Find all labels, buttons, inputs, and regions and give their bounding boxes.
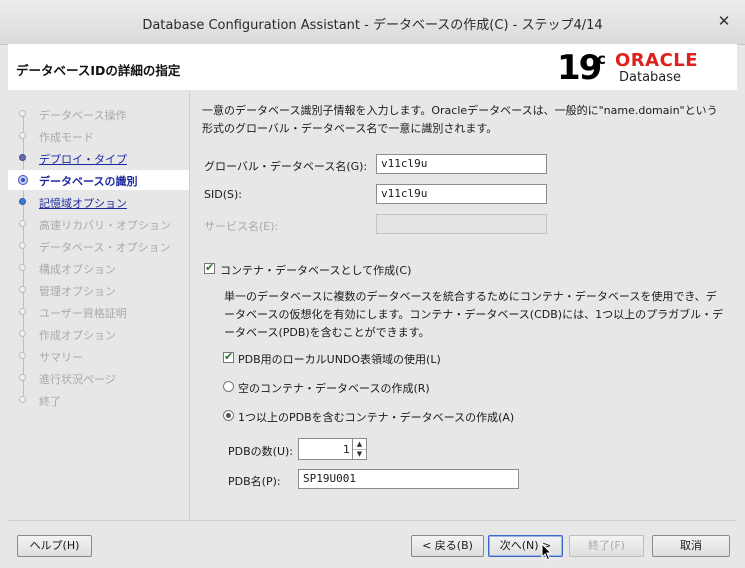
step-dot-icon bbox=[19, 264, 26, 271]
step-dot-icon bbox=[19, 286, 26, 293]
step-dot-icon bbox=[19, 198, 26, 205]
intro-description: 一意のデータベース識別子情報を入力します。Oracleデータベースは、一般的に"… bbox=[202, 104, 718, 135]
checkmark-icon: ✔ bbox=[205, 261, 215, 274]
nav-step-7: データベース・オプション bbox=[8, 236, 189, 256]
page-header: データベースIDの詳細の指定 19 c ORACLE Database bbox=[8, 44, 737, 91]
nav-step-label: 管理オプション bbox=[39, 285, 116, 298]
nav-step-label: 作成オプション bbox=[39, 329, 116, 342]
nav-step-9: 管理オプション bbox=[8, 280, 189, 300]
sid-label: SID(S): bbox=[204, 188, 242, 201]
step-dot-icon bbox=[19, 352, 26, 359]
step-navigation: データベース操作 作成モード デプロイ・タイプ データベースの識別 記憶域オプシ… bbox=[8, 90, 190, 520]
nav-step-14: 終了 bbox=[8, 390, 189, 410]
service-name-input bbox=[376, 214, 547, 234]
cdb-with-pdb-radio[interactable] bbox=[223, 410, 234, 421]
stepper-buttons: ▲ ▼ bbox=[352, 439, 366, 459]
empty-cdb-radio[interactable] bbox=[223, 381, 234, 392]
logo-superscript: c bbox=[597, 50, 606, 68]
local-undo-label[interactable]: PDB用のローカルUNDO表領域の使用(L) bbox=[238, 351, 441, 367]
nav-step-1: データベース操作 bbox=[8, 104, 189, 124]
nav-step-3[interactable]: デプロイ・タイプ bbox=[8, 148, 189, 168]
nav-step-label[interactable]: デプロイ・タイプ bbox=[39, 151, 127, 167]
global-db-name-label: グローバル・データベース名(G): bbox=[204, 160, 368, 173]
pdb-name-label: PDB名(P): bbox=[228, 475, 281, 488]
step-dot-icon bbox=[19, 220, 26, 227]
back-button[interactable]: < 戻る(B) bbox=[411, 535, 484, 557]
nav-step-label: データベースの識別 bbox=[39, 175, 138, 188]
sid-input[interactable]: v11cl9u bbox=[376, 184, 547, 204]
nav-step-6: 高速リカバリ・オプション bbox=[8, 214, 189, 234]
step-dot-icon bbox=[19, 396, 26, 403]
dbca-window: Database Configuration Assistant - データベー… bbox=[0, 0, 745, 568]
local-undo-checkbox[interactable]: ✔ bbox=[223, 350, 234, 363]
pdb-name-input[interactable]: SP19U001 bbox=[298, 469, 519, 489]
pdb-count-stepper[interactable]: 1 ▲ ▼ bbox=[298, 438, 367, 460]
nav-step-4: データベースの識別 bbox=[8, 170, 189, 190]
checkmark-icon: ✔ bbox=[224, 350, 234, 363]
nav-step-5[interactable]: 記憶域オプション bbox=[8, 192, 189, 212]
pdb-count-value: 1 bbox=[343, 443, 350, 456]
step-dot-icon bbox=[19, 242, 26, 249]
stepper-down-icon[interactable]: ▼ bbox=[353, 449, 366, 459]
window-title: Database Configuration Assistant - データベー… bbox=[142, 18, 603, 33]
empty-cdb-label[interactable]: 空のコンテナ・データベースの作成(R) bbox=[238, 380, 430, 396]
global-db-name-input[interactable]: v11cl9u bbox=[376, 154, 547, 174]
nav-step-label: 高速リカバリ・オプション bbox=[39, 219, 171, 232]
nav-step-label: データベース操作 bbox=[39, 109, 127, 122]
nav-step-11: 作成オプション bbox=[8, 324, 189, 344]
logo-product: Database bbox=[619, 70, 682, 85]
nav-step-label: 作成モード bbox=[39, 131, 94, 144]
nav-step-13: 進行状況ページ bbox=[8, 368, 189, 388]
nav-step-label[interactable]: 記憶域オプション bbox=[39, 195, 127, 211]
main-content: 一意のデータベース識別子情報を入力します。Oracleデータベースは、一般的に"… bbox=[190, 90, 737, 520]
container-description: 単一のデータベースに複数のデータベースを統合するためにコンテナ・データベースを使… bbox=[224, 290, 724, 339]
logo-version: 19 bbox=[557, 48, 602, 88]
page-title: データベースIDの詳細の指定 bbox=[16, 63, 181, 78]
service-name-label: サービス名(E): bbox=[204, 220, 279, 233]
finish-button: 終了(F) bbox=[569, 535, 644, 557]
nav-step-label: 進行状況ページ bbox=[39, 373, 116, 386]
step-current-icon bbox=[18, 175, 28, 185]
nav-step-label: ユーザー資格証明 bbox=[39, 307, 127, 320]
step-dot-icon bbox=[19, 110, 26, 117]
step-dot-icon bbox=[19, 132, 26, 139]
step-dot-icon bbox=[19, 330, 26, 337]
oracle-logo: 19 c ORACLE Database bbox=[557, 48, 727, 88]
footer-separator bbox=[8, 520, 737, 521]
help-button[interactable]: ヘルプ(H) bbox=[17, 535, 92, 557]
cancel-button[interactable]: 取消 bbox=[652, 535, 730, 557]
nav-step-label: データベース・オプション bbox=[39, 241, 171, 254]
pdb-count-label: PDBの数(U): bbox=[228, 445, 293, 458]
title-bar: Database Configuration Assistant - データベー… bbox=[0, 0, 745, 45]
step-dot-icon bbox=[19, 374, 26, 381]
mouse-pointer-icon bbox=[541, 543, 553, 561]
nav-step-label: 終了 bbox=[39, 395, 61, 408]
nav-step-label: サマリー bbox=[39, 351, 83, 364]
nav-step-label: 構成オプション bbox=[39, 263, 116, 276]
logo-brand: ORACLE bbox=[615, 50, 699, 71]
close-icon[interactable]: ✕ bbox=[715, 12, 733, 30]
nav-step-2: 作成モード bbox=[8, 126, 189, 146]
nav-step-10: ユーザー資格証明 bbox=[8, 302, 189, 322]
nav-step-12: サマリー bbox=[8, 346, 189, 366]
step-dot-icon bbox=[19, 154, 26, 161]
step-dot-icon bbox=[19, 308, 26, 315]
container-db-label[interactable]: コンテナ・データベースとして作成(C) bbox=[220, 262, 411, 278]
container-db-checkbox[interactable]: ✔ bbox=[204, 261, 215, 274]
cdb-with-pdb-label[interactable]: 1つ以上のPDBを含むコンテナ・データベースの作成(A) bbox=[238, 409, 514, 425]
nav-step-8: 構成オプション bbox=[8, 258, 189, 278]
